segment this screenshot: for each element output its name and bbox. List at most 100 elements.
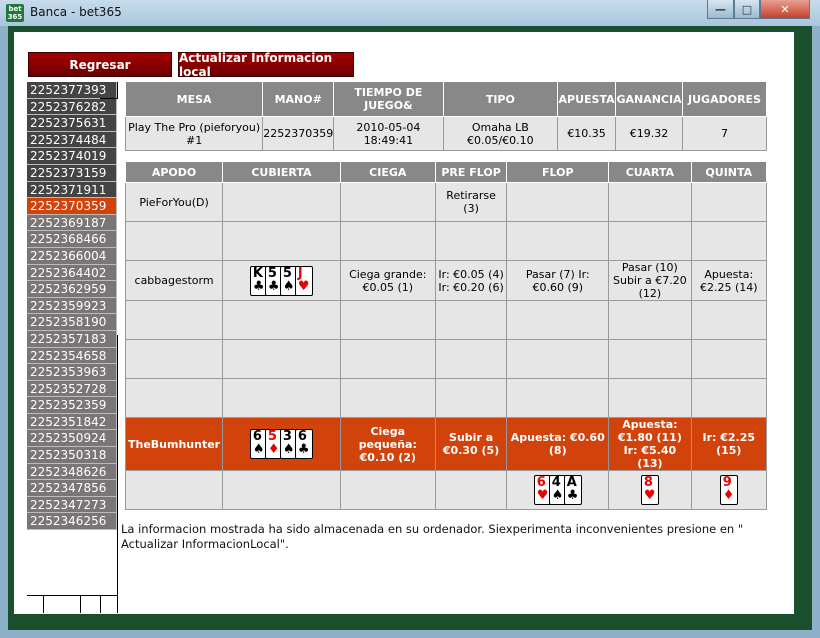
list-divider — [80, 595, 81, 613]
info-jugadores: 7 — [682, 116, 767, 151]
hand-list-item[interactable]: 2252370359 — [27, 198, 117, 215]
player-nickname — [124, 378, 224, 418]
maximize-button[interactable]: □ — [734, 0, 760, 19]
board-empty — [434, 470, 508, 510]
header-ganancia: GANANCIA — [615, 81, 684, 117]
info-apuesta: €10.35 — [557, 116, 617, 151]
hand-list-item[interactable]: 2252374019 — [27, 148, 117, 165]
table-row — [124, 378, 768, 418]
header-preflop: PRE FLOP — [434, 161, 508, 183]
hand-info-table: MESA MANO# TIEMPO DE JUEGO& TIPO APUESTA… — [124, 81, 767, 151]
hand-list-item[interactable]: 2252373159 — [27, 164, 117, 182]
list-divider — [100, 595, 101, 613]
hand-list-item[interactable]: 2252368466 — [27, 231, 117, 248]
action-flop — [506, 339, 610, 379]
hand-list-item[interactable]: 2252354658 — [27, 347, 117, 365]
table-row: Play The Pro (pieforyou) #1 2252370359 2… — [124, 116, 767, 151]
player-nickname: TheBumhunter — [124, 417, 224, 471]
close-icon: ✕ — [780, 2, 790, 16]
header-jugadores: JUGADORES — [682, 81, 767, 117]
playing-card: 9 ♦ — [719, 475, 738, 505]
hand-list-item[interactable]: 2252375631 — [27, 115, 117, 132]
hand-list-item[interactable]: 2252374484 — [27, 131, 117, 149]
title-bar[interactable]: bet 365 Banca - bet365 — □ ✕ — [0, 0, 820, 26]
list-divider — [27, 595, 118, 596]
action-flop — [506, 221, 610, 261]
action-quinta — [690, 300, 768, 340]
header-tiempo: TIEMPO DE JUEGO& — [333, 81, 444, 117]
hand-list-item[interactable]: 2252369187 — [27, 214, 117, 232]
board-empty — [222, 470, 341, 510]
action-quinta — [690, 378, 768, 418]
header-cubierta: CUBIERTA — [222, 161, 341, 183]
table-row: cabbagestorm K ♣ 5 ♣ 5 ♠ J ♥ Ciega grande: €0.05 … — [124, 260, 768, 301]
card-group: 8 ♥ — [611, 475, 688, 505]
hand-list-item[interactable]: 2252351842 — [27, 413, 117, 431]
table-row: TheBumhunter 6 ♠ 5 ♦ 3 ♠ 6 ♣ Ciega pequeña: €0.10… — [124, 417, 768, 471]
action-flop: Pasar (7) Ir: €0.60 (9) — [506, 260, 610, 301]
card-suit-icon: ♠ — [282, 442, 295, 457]
action-flop — [506, 300, 610, 340]
list-divider — [117, 82, 118, 98]
action-ciega — [339, 221, 436, 261]
hand-list-item[interactable]: 2252350924 — [27, 430, 117, 448]
header-ciega: CIEGA — [339, 161, 436, 183]
hand-list-item[interactable]: 2252366004 — [27, 247, 117, 265]
player-nickname: PieForYou(D) — [124, 182, 224, 222]
hand-list-item[interactable]: 2252364402 — [27, 264, 117, 282]
action-cuarta: Apuesta: €1.80 (11) Ir: €5.40 (13) — [608, 417, 692, 471]
header-tipo: TIPO — [442, 81, 559, 117]
player-cards — [222, 378, 341, 418]
action-cuarta — [608, 182, 692, 222]
hand-list-item[interactable]: 2252347273 — [27, 496, 117, 514]
playing-card: J ♥ — [294, 265, 313, 296]
card-suit-icon: ♦ — [722, 488, 735, 503]
hand-list-item[interactable]: 2252348626 — [27, 463, 117, 481]
action-flop — [506, 182, 610, 222]
card-suit-icon: ♦ — [267, 442, 280, 457]
player-nickname: cabbagestorm — [124, 260, 224, 301]
card-suit-icon: ♥ — [536, 488, 549, 503]
table-row: PieForYou(D) Retirarse (3) — [124, 182, 768, 222]
hand-list-item[interactable]: 2252358190 — [27, 314, 117, 331]
hand-list-item[interactable]: 2252371911 — [27, 181, 117, 199]
action-quinta — [690, 221, 768, 261]
hand-list-item[interactable]: 2252357183 — [27, 330, 117, 348]
hand-list-item[interactable]: 2252346256 — [27, 513, 117, 531]
action-preflop: Retirarse (3) — [434, 182, 508, 222]
hand-list-item[interactable]: 2252362959 — [27, 281, 117, 298]
hand-list-item[interactable]: 2252376282 — [27, 98, 117, 116]
hand-list-item[interactable]: 2252347856 — [27, 480, 117, 497]
action-ciega — [339, 378, 436, 418]
table-row — [124, 221, 768, 261]
hand-list-item[interactable]: 2252353963 — [27, 364, 117, 381]
card-group: 9 ♦ — [694, 475, 764, 505]
minimize-button[interactable]: — — [707, 0, 734, 19]
header-mano: MANO# — [262, 81, 335, 117]
action-ciega — [339, 300, 436, 340]
board-row: 6 ♥ 4 ♠ A ♣ 8 ♥ 9 ♦ — [124, 470, 768, 510]
card-group: 6 ♥ 4 ♠ A ♣ — [509, 475, 606, 505]
player-cards — [222, 339, 341, 379]
close-button[interactable]: ✕ — [760, 0, 810, 19]
info-ganancia: €19.32 — [615, 116, 684, 151]
hand-list-item[interactable]: 2252359923 — [27, 297, 117, 315]
hand-list-item[interactable]: 2252352359 — [27, 397, 117, 414]
card-suit-icon: ♣ — [297, 442, 310, 457]
info-mano: 2252370359 — [262, 116, 335, 151]
board-empty — [124, 470, 224, 510]
hand-list-item[interactable]: 2252377393 — [27, 82, 117, 99]
maximize-icon: □ — [741, 2, 753, 16]
list-divider — [100, 98, 118, 99]
update-local-info-button[interactable]: Actualizar Informacion local — [178, 51, 354, 79]
header-apuesta: APUESTA — [557, 81, 617, 117]
hand-list-item[interactable]: 2252350318 — [27, 447, 117, 464]
info-note: La informacion mostrada ha sido almacena… — [121, 522, 744, 551]
action-preflop — [434, 339, 508, 379]
hand-list-item[interactable]: 2252352728 — [27, 380, 117, 398]
action-cuarta — [608, 300, 692, 340]
back-button[interactable]: Regresar — [28, 52, 172, 77]
player-nickname — [124, 339, 224, 379]
card-suit-icon: ♠ — [551, 488, 564, 503]
action-cuarta — [608, 339, 692, 379]
